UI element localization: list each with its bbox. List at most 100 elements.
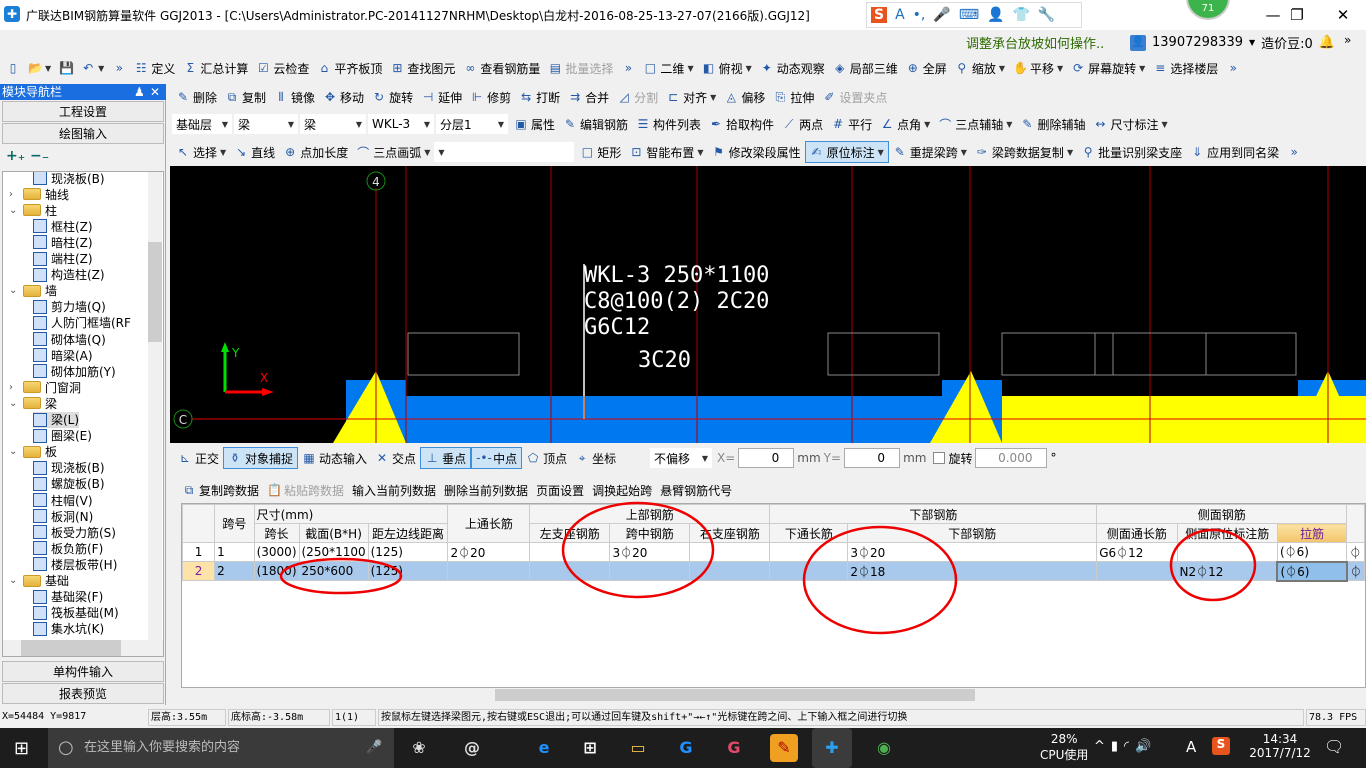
sogou-icon[interactable]: S bbox=[1212, 737, 1230, 755]
help-hint-link[interactable]: 调整承台放坡如何操作.. bbox=[966, 33, 1104, 52]
table-row[interactable]: 1 1 (3000) (250*1100 (125) 2⏀20 3⏀20 3⏀20 G6⏀12(… bbox=[182, 542, 1365, 562]
tree-folder[interactable]: ⌄ 板 bbox=[9, 444, 57, 460]
tree-item[interactable]: 砌体墙(Q) bbox=[33, 331, 106, 347]
user-phone[interactable]: 13907298339 bbox=[1152, 35, 1243, 50]
chevron-down-icon[interactable]: ▼ bbox=[1161, 120, 1167, 129]
toolbar-button-1[interactable]: ⚱ 对象捕捉 bbox=[223, 447, 299, 469]
toolbar-button-4[interactable]: ↻ 旋转 bbox=[368, 86, 417, 108]
toolbar-button-icon-22[interactable]: » bbox=[1222, 57, 1244, 79]
cell-bot-through[interactable] bbox=[769, 542, 849, 562]
app-icon-fan[interactable]: ❀ bbox=[405, 734, 433, 762]
toolbar-button-14[interactable]: ◧ 俯视 ▼ bbox=[698, 57, 756, 79]
notification-badge[interactable]: 71 bbox=[1186, 0, 1230, 20]
cell-mid[interactable] bbox=[609, 561, 691, 581]
toolbar-button-10[interactable]: ⊏ 对齐 ▼ bbox=[662, 86, 720, 108]
tree-item[interactable]: 暗柱(Z) bbox=[33, 234, 93, 250]
rotate-input[interactable]: 0.000 bbox=[975, 448, 1048, 468]
header-section[interactable]: 截面(B*H) bbox=[298, 523, 369, 543]
cell-side-through[interactable] bbox=[1096, 561, 1178, 581]
toolbar-button-8[interactable]: ✎ 删除辅轴 bbox=[1016, 113, 1089, 135]
toolbar-button-6[interactable]: Σ 汇总计算 bbox=[179, 57, 252, 79]
ime-tool-icon[interactable]: ⌨ bbox=[959, 7, 979, 23]
chevron-down-icon[interactable]: ▼ bbox=[1057, 64, 1063, 73]
toolbar-button-10[interactable]: ∞ 查看钢筋量 bbox=[459, 57, 544, 79]
notes-icon[interactable]: ✎ bbox=[770, 734, 798, 762]
cell-right[interactable] bbox=[689, 561, 771, 581]
header-right-support[interactable]: 右支座钢筋 bbox=[689, 523, 771, 543]
cpu-widget[interactable]: 28% CPU使用 bbox=[1040, 732, 1088, 763]
toolbar-button-1[interactable]: ⧉ 复制 bbox=[221, 86, 270, 108]
tree-folder[interactable]: › 门窗洞 bbox=[9, 379, 81, 395]
chevron-down-icon[interactable]: ▼ bbox=[710, 93, 716, 102]
cell-sec[interactable]: 250*600 bbox=[298, 561, 369, 581]
toolbar-button-icon-4[interactable]: » bbox=[108, 57, 130, 79]
cell-side-through[interactable]: G6⏀12 bbox=[1096, 542, 1178, 562]
edge-icon[interactable]: e bbox=[530, 734, 558, 762]
clock[interactable]: 14:34 2017/7/12 bbox=[1240, 732, 1320, 760]
chevron-down-icon[interactable]: ▼ bbox=[878, 148, 884, 157]
toolbar-button-2[interactable]: ☰ 构件列表 bbox=[632, 113, 705, 135]
cell-len[interactable]: (3000) bbox=[253, 542, 300, 562]
toolbar-button-3[interactable]: ✒ 拾取构件 bbox=[705, 113, 778, 135]
toolbar-button-13[interactable]: □ 二维 ▼ bbox=[639, 57, 697, 79]
toolbar-button-7[interactable]: ⌒ 三点辅轴 ▼ bbox=[934, 113, 1016, 135]
y-input[interactable]: 0 bbox=[844, 448, 901, 468]
ggj-app-icon-active[interactable]: ✚ bbox=[812, 728, 852, 768]
toolbar-button-1[interactable]: ✎ 编辑钢筋 bbox=[559, 113, 632, 135]
x-input[interactable]: 0 bbox=[738, 448, 795, 468]
toolbar-button-icon-0[interactable]: ▯ bbox=[2, 57, 24, 79]
tree-folder[interactable]: ⌄ 柱 bbox=[9, 202, 57, 218]
chevron-down-icon[interactable]: ▼ bbox=[424, 148, 430, 157]
toolbar-button-16[interactable]: ◈ 局部三维 bbox=[829, 57, 902, 79]
category-select[interactable]: 梁 ▼ bbox=[234, 114, 298, 134]
cell-dist[interactable]: (125) bbox=[367, 542, 449, 562]
cell-sec[interactable]: (250*1100 bbox=[298, 542, 369, 562]
ime-tool-icon[interactable]: S bbox=[871, 7, 888, 23]
toolbar-button-7[interactable]: ☑ 云检查 bbox=[252, 57, 313, 79]
tree-item[interactable]: 集水坑(K) bbox=[33, 621, 104, 637]
tray-icons[interactable]: ^▮◜🔊 bbox=[1094, 739, 1157, 754]
cell-bot[interactable]: 3⏀20 bbox=[847, 542, 1098, 562]
nav-close-icon[interactable]: ✕ bbox=[150, 84, 160, 100]
tree-hscroll-thumb[interactable] bbox=[21, 640, 121, 656]
chevron-down-icon[interactable]: ▼ bbox=[45, 64, 51, 73]
close-button[interactable]: ✕ bbox=[1320, 0, 1366, 30]
toolbar-button-4[interactable]: ⊥ 垂点 bbox=[420, 447, 472, 469]
row-number[interactable]: 1 bbox=[182, 542, 216, 562]
chevron-down-icon[interactable]: ▼ bbox=[98, 64, 104, 73]
tree-item[interactable]: 砌体加筋(Y) bbox=[33, 363, 116, 379]
chevron-down-icon[interactable]: ▼ bbox=[746, 64, 752, 73]
header-side-original[interactable]: 侧面原位标注筋 bbox=[1176, 523, 1278, 543]
toolbar-button-5[interactable]: □ 矩形 bbox=[576, 141, 625, 163]
toolbar-button-2[interactable]: ⫴ 镜像 bbox=[270, 86, 319, 108]
chevron-down-icon[interactable]: ▼ bbox=[220, 148, 226, 157]
drawing-canvas[interactable]: 4 C WKL-3 250*1100 C8@100(2) 2C20 G6C12 … bbox=[170, 166, 1366, 443]
cell-len[interactable]: (1800) bbox=[253, 561, 300, 581]
header-span-length[interactable]: 跨长 bbox=[253, 523, 300, 543]
tree-vscroll[interactable] bbox=[148, 172, 162, 642]
pin-icon[interactable]: ♟ bbox=[134, 84, 145, 100]
table-hscroll[interactable] bbox=[181, 688, 1366, 702]
toolbar-button-8[interactable]: ⌂ 平齐板顶 bbox=[313, 57, 386, 79]
report-preview-button[interactable]: 报表预览 bbox=[2, 683, 164, 704]
toolbar-button-icon-1[interactable]: 📂 ▼ bbox=[24, 57, 55, 79]
explorer-icon[interactable]: ▭ bbox=[624, 734, 652, 762]
toolbar-button-6[interactable]: ∠ 点角 ▼ bbox=[876, 113, 934, 135]
ime-tool-icon[interactable]: 👤 bbox=[987, 7, 1004, 23]
tree-item[interactable]: 板洞(N) bbox=[33, 508, 93, 524]
toolbar-button-9[interactable]: ↔ 尺寸标注 ▼ bbox=[1089, 113, 1171, 135]
toolbar-button-8[interactable]: ✍ 原位标注 ▼ bbox=[804, 141, 889, 163]
glodon-icon-2[interactable]: G bbox=[720, 734, 748, 762]
toolbar-button-21[interactable]: ≡ 选择楼层 bbox=[1149, 57, 1222, 79]
cell-side-orig[interactable] bbox=[1176, 542, 1278, 562]
tree-hscroll[interactable] bbox=[3, 640, 163, 656]
toolbar-button-2[interactable]: 输入当前列数据 bbox=[348, 479, 440, 501]
toolbar-button-8[interactable]: ⇉ 合并 bbox=[564, 86, 613, 108]
toolbar-button-0[interactable]: ▣ 属性 bbox=[510, 113, 559, 135]
tree-item[interactable]: 现浇板(B) bbox=[33, 460, 105, 476]
header-bottom-through[interactable]: 下通长筋 bbox=[769, 523, 849, 543]
tree-item[interactable]: 剪力墙(Q) bbox=[33, 299, 106, 315]
toolbar-button-3[interactable]: 删除当前列数据 bbox=[440, 479, 532, 501]
toolbar-button-3[interactable]: ✥ 移动 bbox=[319, 86, 368, 108]
toolbar-button-9[interactable]: ✎ 重提梁跨 ▼ bbox=[889, 141, 971, 163]
